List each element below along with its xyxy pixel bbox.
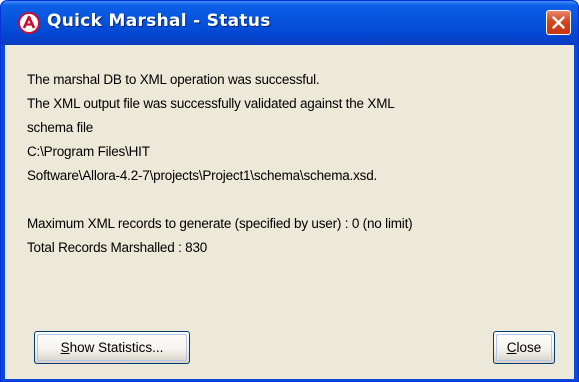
message-line: C:\Program Files\HIT bbox=[27, 144, 150, 159]
message-line: Software\Allora-4.2-7\projects\Project1\… bbox=[27, 168, 378, 183]
title-bar[interactable]: Quick Marshal - Status bbox=[1, 1, 578, 45]
message-line: The XML output file was successfully val… bbox=[27, 96, 395, 111]
status-dialog: Quick Marshal - Status The marshal DB to… bbox=[0, 0, 579, 382]
message-line: Total Records Marshalled : 830 bbox=[27, 240, 208, 255]
dialog-content: The marshal DB to XML operation was succ… bbox=[5, 45, 574, 379]
allora-app-icon bbox=[18, 12, 40, 34]
message-line: The marshal DB to XML operation was succ… bbox=[27, 72, 320, 87]
mnemonic-s: S bbox=[60, 340, 70, 355]
message-line: schema file bbox=[27, 120, 94, 135]
message-line: Maximum XML records to generate (specifi… bbox=[27, 216, 413, 231]
close-icon bbox=[552, 16, 565, 29]
show-statistics-button[interactable]: Show Statistics... bbox=[34, 331, 190, 364]
window-title: Quick Marshal - Status bbox=[47, 11, 271, 31]
close-button[interactable]: Close bbox=[493, 331, 555, 364]
close-window-button[interactable] bbox=[546, 10, 571, 35]
